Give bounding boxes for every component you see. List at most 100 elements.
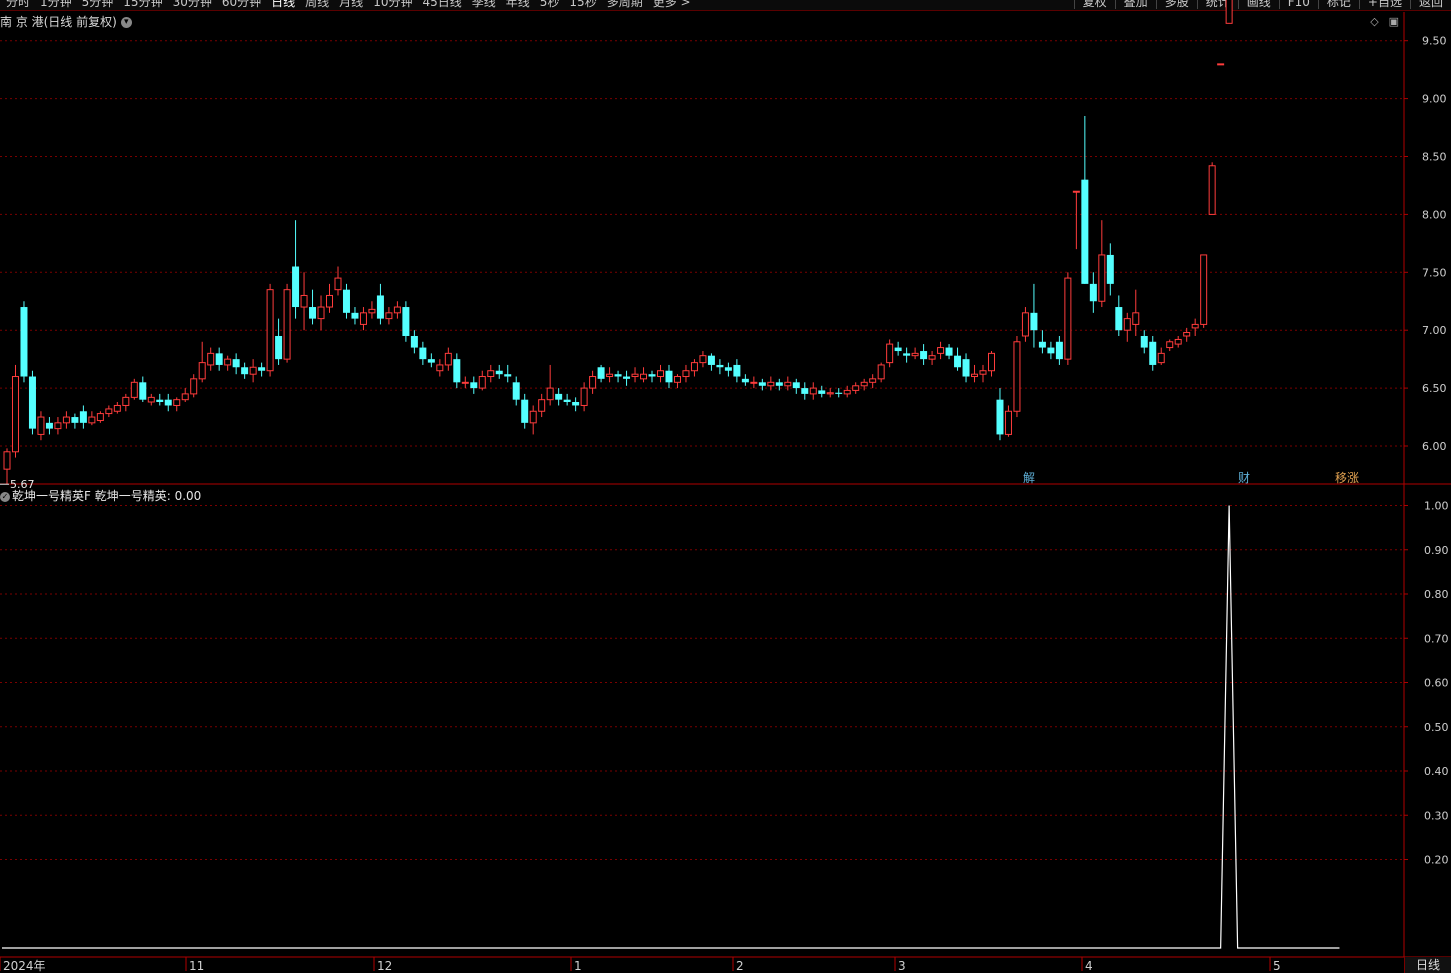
candle-body-up xyxy=(147,396,155,403)
candle-body-up xyxy=(750,381,758,384)
candle-body-down xyxy=(835,392,843,394)
candle-body-down xyxy=(1106,254,1114,284)
candle-body-down xyxy=(309,307,317,319)
candle-body-up xyxy=(843,389,851,395)
candle-body-down xyxy=(71,417,79,423)
event-marker: 移涨 xyxy=(1335,470,1359,485)
candle-body-up xyxy=(54,422,62,430)
candle-body-up xyxy=(105,408,113,415)
candle-body-up xyxy=(1225,0,1233,24)
candle-body-down xyxy=(945,347,953,356)
candle-body-down xyxy=(79,411,87,423)
candle-body-down xyxy=(818,390,826,394)
candle-body-up xyxy=(580,387,588,406)
candle-body-up xyxy=(1072,190,1080,193)
candle-body-down xyxy=(521,399,529,423)
candle-body-down xyxy=(563,399,571,402)
candle-body-down xyxy=(724,367,732,371)
indicator-y-tick-label: 1.00 xyxy=(1424,500,1449,513)
date-tick-label: 3 xyxy=(898,959,906,973)
candle-body-up xyxy=(266,289,274,372)
candle-body-down xyxy=(665,370,673,383)
candle-body-up xyxy=(62,416,70,424)
candle-body-up xyxy=(869,378,877,383)
candle-body-down xyxy=(1030,312,1038,331)
candle-body-down xyxy=(1047,347,1055,354)
candle-body-down xyxy=(758,382,766,386)
chart-canvas[interactable]: 6.006.507.007.508.008.509.009.5010.0010.… xyxy=(0,0,1451,973)
candle-body-up xyxy=(3,451,11,470)
candle-body-up xyxy=(937,347,945,354)
candle-body-up xyxy=(1157,352,1165,364)
candle-body-up xyxy=(987,352,995,372)
main-y-tick-label: 6.50 xyxy=(1422,382,1447,395)
candle-body-down xyxy=(792,382,800,389)
indicator-y-tick-label: 0.30 xyxy=(1424,809,1449,822)
candle-body-up xyxy=(852,385,860,391)
candle-body-down xyxy=(648,374,656,377)
candle-body-down xyxy=(733,364,741,377)
candle-body-up xyxy=(359,312,367,325)
event-marker: 解 xyxy=(1023,471,1035,485)
candle-body-down xyxy=(962,359,970,377)
candle-body-down xyxy=(275,335,283,360)
period-label[interactable]: 日线 xyxy=(1404,957,1451,973)
candle-body-down xyxy=(241,367,249,375)
candle-body-up xyxy=(1208,165,1216,215)
candle-body-up xyxy=(809,387,817,395)
candle-body-up xyxy=(1123,318,1131,331)
candle-body-up xyxy=(826,392,834,395)
main-y-tick-label: 8.00 xyxy=(1422,208,1447,221)
indicator-y-tick-label: 0.90 xyxy=(1424,544,1449,557)
indicator-y-tick-label: 0.20 xyxy=(1424,854,1449,867)
candle-body-down xyxy=(232,359,240,368)
candle-body-down xyxy=(716,364,724,368)
candle-body-up xyxy=(249,366,257,375)
candle-body-down xyxy=(28,376,36,429)
candle-body-up xyxy=(300,294,308,308)
date-tick-label: 1 xyxy=(574,959,582,973)
candle-body-down xyxy=(1081,179,1089,284)
candle-body-down xyxy=(376,295,384,319)
candle-body-up xyxy=(699,355,707,364)
candle-body-up xyxy=(877,364,885,380)
candle-body-up xyxy=(767,381,775,387)
candle-body-down xyxy=(351,312,359,319)
candle-body-up xyxy=(37,416,45,435)
candle-body-down xyxy=(597,367,605,379)
candle-body-up xyxy=(207,352,215,366)
main-y-tick-label: 9.00 xyxy=(1422,93,1447,106)
candle-body-up xyxy=(529,410,537,424)
candle-body-up xyxy=(1191,323,1199,329)
candle-body-down xyxy=(555,393,563,400)
candle-body-down xyxy=(156,399,164,402)
candle-body-down xyxy=(292,266,300,308)
candle-body-down xyxy=(1140,335,1148,348)
candle-body-down xyxy=(164,399,172,406)
candle-body-up xyxy=(444,352,452,366)
candle-body-up xyxy=(546,387,554,401)
candle-body-up xyxy=(1200,254,1208,325)
date-tick-label: 2 xyxy=(736,959,744,973)
candle-body-down xyxy=(1038,341,1046,348)
candle-body-up xyxy=(198,362,206,380)
candle-body-up xyxy=(326,294,334,308)
candle-body-down xyxy=(572,401,580,406)
candle-body-down xyxy=(45,422,53,429)
indicator-y-tick-label: 0.80 xyxy=(1424,588,1449,601)
indicator-y-tick-label: 0.40 xyxy=(1424,765,1449,778)
date-tick-label: 12 xyxy=(377,959,392,973)
candle-body-up xyxy=(181,393,189,401)
candle-body-up xyxy=(606,373,614,378)
candle-body-down xyxy=(1055,341,1063,360)
candle-body-up xyxy=(385,312,393,320)
candle-body-up xyxy=(334,277,342,291)
candle-body-up xyxy=(1064,277,1072,360)
candle-body-down xyxy=(504,374,512,377)
candle-body-up xyxy=(928,355,936,360)
indicator-y-tick-label: 0.50 xyxy=(1424,721,1449,734)
candle-body-down xyxy=(801,388,809,394)
candle-body-down xyxy=(258,367,266,371)
date-tick-label: 5 xyxy=(1273,959,1281,973)
main-y-tick-label: 7.00 xyxy=(1422,324,1447,337)
